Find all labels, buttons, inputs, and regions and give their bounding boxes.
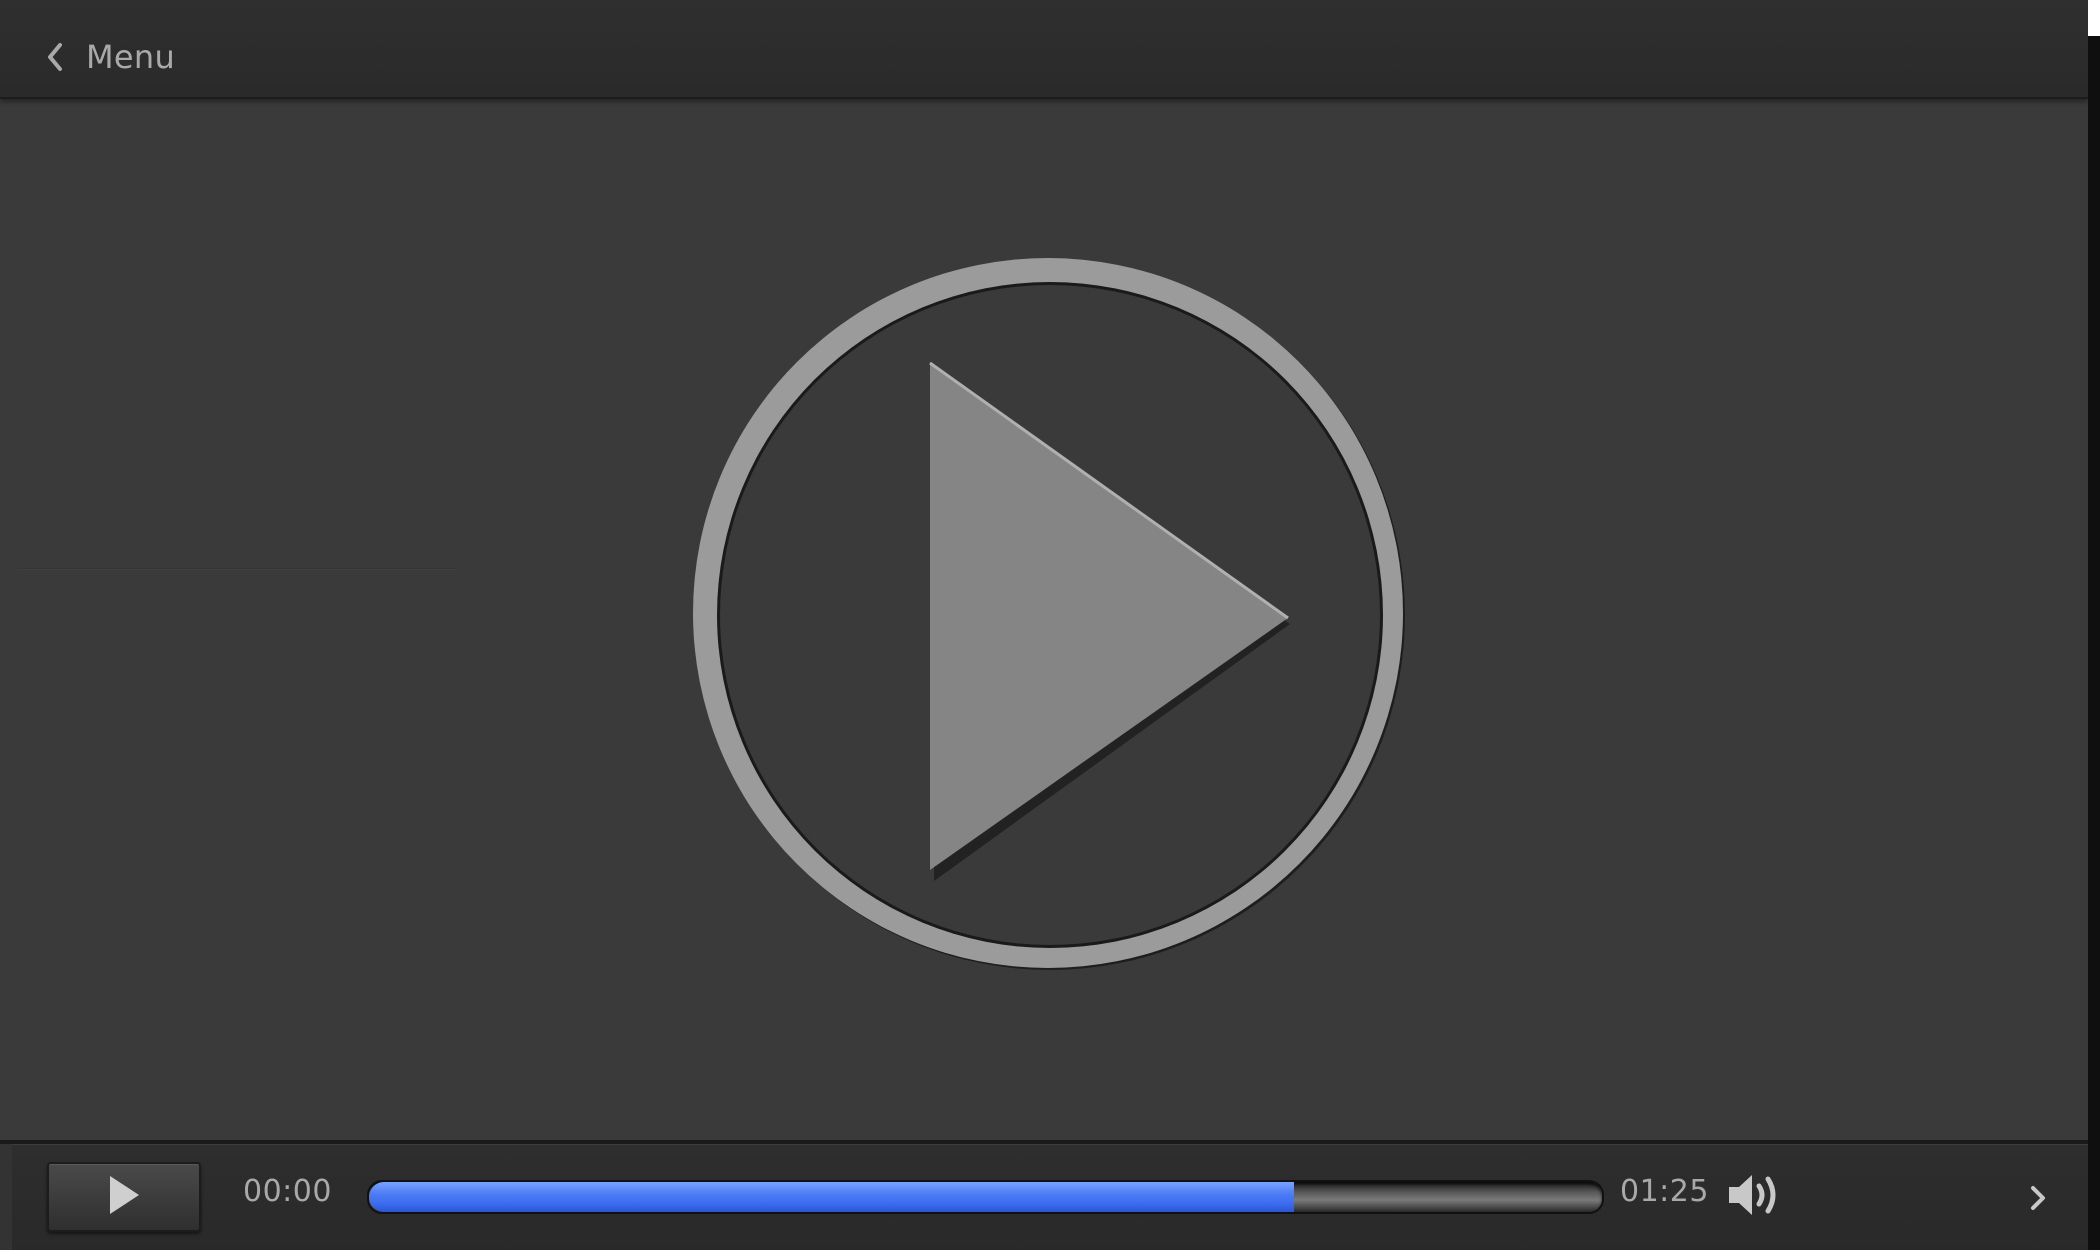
window-edge-shadow: [2088, 36, 2100, 1250]
video-player: Menu 00:00 01:25: [0, 0, 2088, 1250]
menu-label: Menu: [86, 38, 176, 76]
play-circle-icon: [693, 258, 1405, 970]
volume-button[interactable]: [1726, 1168, 1782, 1222]
play-icon: [107, 1174, 141, 1220]
chevron-right-icon: [2031, 1186, 2045, 1210]
current-time: 00:00: [243, 1174, 332, 1209]
menu-back-button[interactable]: Menu: [46, 30, 175, 84]
progress-bar[interactable]: [367, 1180, 1604, 1214]
total-time: 01:25: [1620, 1174, 1709, 1209]
top-bar: Menu: [0, 0, 2088, 99]
progress-fill: [369, 1182, 1294, 1212]
volume-icon: [1729, 1175, 1776, 1215]
next-button[interactable]: [2023, 1180, 2053, 1216]
control-bar: 00:00 01:25: [0, 1140, 2088, 1250]
control-bar-rim: [0, 1144, 12, 1250]
divider: [18, 568, 458, 569]
chevron-left-icon: [46, 42, 64, 72]
play-button[interactable]: [47, 1162, 201, 1232]
big-play-button[interactable]: [690, 255, 1410, 975]
